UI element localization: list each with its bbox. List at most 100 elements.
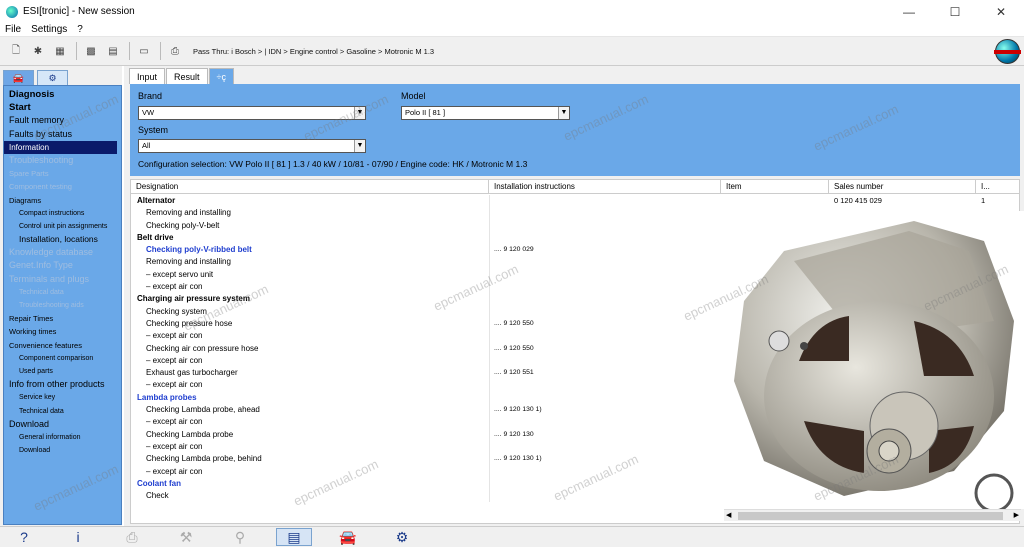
designation-cell: Lambda probes (137, 392, 197, 402)
new-icon[interactable]: 🗋 (6, 41, 26, 61)
installation-cell: .... 9 120 130 1) (489, 404, 721, 417)
tab-result[interactable]: Result (166, 68, 208, 84)
table-row[interactable]: Checking poly-V-ribbed belt .... 9 120 02… (131, 244, 721, 257)
engine-tab-icon[interactable]: ⚙ (37, 70, 68, 86)
designation-cell: Removing and installing (146, 257, 231, 267)
table-row[interactable]: – except air con (131, 354, 721, 368)
table-row[interactable]: Coolant fan (131, 477, 721, 491)
sidebar-item[interactable]: Download (4, 444, 121, 457)
sales-number: 0 120 415 029 (834, 196, 882, 205)
search-parts-icon: ⚲ (234, 528, 246, 545)
designation-cell: Removing and installing (146, 208, 231, 218)
sidebar-item[interactable]: Info from other products (4, 378, 121, 391)
horizontal-scrollbar[interactable]: ◀ ▶ (724, 509, 1021, 521)
minimize-button[interactable]: — (886, 0, 932, 23)
table-row[interactable]: – except air con (131, 416, 721, 429)
sidebar-item[interactable]: Technical data (4, 405, 121, 418)
scrollbar-thumb[interactable] (738, 512, 1003, 520)
designation-cell: Checking air con pressure hose (146, 343, 259, 353)
sidebar-item[interactable]: Repair Times (4, 312, 121, 325)
installation-cell (489, 330, 721, 343)
toolbar-separator (160, 42, 161, 60)
sidebar-item[interactable]: General information (4, 431, 121, 444)
document-list-icon[interactable]: ▤ (276, 528, 312, 546)
sidebar-item[interactable]: Component comparison (4, 352, 121, 365)
sidebar-item: Component testing (9, 182, 72, 192)
info-icon[interactable]: i (60, 528, 96, 546)
menu-file[interactable]: File (0, 24, 26, 35)
export-icon[interactable]: ▤ (103, 41, 123, 61)
table-row[interactable]: Removing and installing (131, 256, 721, 269)
window-title: ESI[tronic] - New session (23, 6, 135, 17)
copy-icon[interactable]: ▭ (134, 41, 154, 61)
tab-parts[interactable]: ÷ç (208, 68, 234, 84)
col-i[interactable]: I... (976, 180, 1019, 194)
table-row[interactable]: Check (131, 490, 721, 503)
installation-cell: .... 9 120 551 (489, 367, 721, 380)
installation-cell (489, 379, 721, 392)
col-item[interactable]: Item (721, 180, 829, 194)
sidebar-item[interactable]: Information (4, 140, 117, 154)
sales-row[interactable]: 0 120 415 029 1 (721, 195, 1019, 207)
sidebar-panel: Diagnosis Start Fault memory Faults by stat… (3, 85, 122, 525)
installation-cell (489, 207, 721, 220)
table-row[interactable]: Checking pressure hose.... 9 120 550 (131, 317, 721, 331)
sidebar-item[interactable]: Working times (4, 325, 121, 338)
table-row[interactable]: – except air con (131, 379, 721, 392)
configuration-selection: Configuration selection: VW Polo II [ 81… (138, 159, 528, 169)
car-doc-icon[interactable]: ▦ (50, 41, 70, 61)
model-label: Model (401, 91, 426, 101)
installation-cell (489, 354, 721, 368)
installation-cell (489, 416, 721, 429)
help-icon[interactable]: ? (6, 528, 42, 546)
menu-bar: File Settings ? (0, 23, 1024, 37)
table-row[interactable]: Checking air con pressure hose .... 9 120… (131, 342, 721, 355)
sidebar-item[interactable]: Control unit pin assignments (4, 220, 121, 233)
sidebar-item[interactable]: Download (4, 418, 121, 431)
table-row[interactable]: Lambda probes (131, 391, 721, 405)
sidebar-item[interactable]: Diagrams (4, 194, 121, 207)
globe-icon[interactable] (994, 39, 1021, 64)
print-disabled-icon: ⎙ (126, 528, 138, 545)
scroll-left-icon[interactable]: ◀ (726, 511, 731, 519)
installation-cell: .... 9 120 550 (489, 342, 721, 355)
maximize-button[interactable]: ☐ (932, 0, 978, 23)
table-row[interactable]: – except servo unit (131, 268, 721, 282)
system-select[interactable]: All ▼ (138, 139, 366, 153)
model-select[interactable]: Polo II [ 81 ] ▼ (401, 106, 570, 120)
scroll-right-icon[interactable]: ▶ (1014, 511, 1019, 519)
col-designation[interactable]: Designation (131, 180, 489, 194)
sidebar-item: Troubleshooting (9, 154, 74, 165)
sidebar-item[interactable]: Convenience features (4, 339, 121, 352)
installation-cell (489, 268, 721, 282)
print-preview-icon[interactable]: ▩ (81, 41, 101, 61)
open-icon[interactable]: ✱ (28, 41, 48, 61)
print-icon[interactable]: ⎙ (165, 41, 185, 61)
vehicle-icon[interactable]: 🚘 (330, 528, 366, 546)
toolbar-separator (129, 42, 130, 60)
table-row[interactable]: Checking Lambda probe, ahead .... 9 120 1… (131, 404, 721, 417)
menu-settings[interactable]: Settings (26, 24, 72, 35)
car-tab-icon[interactable]: 🚘 (3, 70, 34, 86)
table-row[interactable]: – except air con (131, 281, 721, 294)
table-row[interactable]: Removing and installing (131, 207, 721, 220)
table-row[interactable]: Alternator (131, 195, 721, 208)
sidebar-item[interactable]: Compact instructions (4, 207, 121, 220)
sidebar-item[interactable]: Used parts (4, 365, 121, 378)
sidebar-item[interactable]: Installation, locations (4, 233, 121, 246)
table-row[interactable]: Exhaust gas turbocharger .... 9 120 551 (131, 367, 721, 380)
installation-cell (489, 231, 721, 245)
menu-help[interactable]: ? (72, 24, 88, 35)
col-sales-number[interactable]: Sales number (829, 180, 976, 194)
sidebar-item: Troubleshooting aids (19, 302, 84, 309)
tab-input[interactable]: Input (129, 68, 166, 84)
settings-gear-icon[interactable]: ⚙ (384, 528, 420, 546)
close-button[interactable]: ✕ (978, 0, 1024, 23)
table-row[interactable]: Checking Lambda probe .... 9 120 130 (131, 428, 721, 441)
designation-cell: Checking Lambda probe, ahead (146, 405, 260, 415)
sidebar-item[interactable]: Service key (4, 391, 121, 404)
table-row[interactable]: – except air con (131, 330, 721, 343)
table-row[interactable]: Belt drive (131, 231, 721, 245)
table-row[interactable]: Checking poly-V-belt (131, 219, 721, 232)
col-installation[interactable]: Installation instructions (489, 180, 721, 194)
